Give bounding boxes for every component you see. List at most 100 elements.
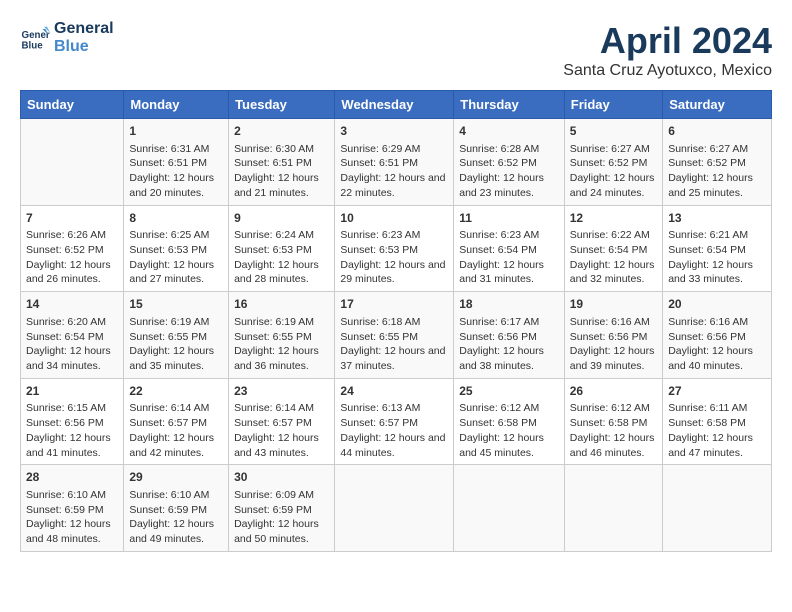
sunset-text: Sunset: 6:51 PM [340, 157, 418, 169]
sunset-text: Sunset: 6:58 PM [668, 417, 746, 429]
sunrise-text: Sunrise: 6:21 AM [668, 229, 748, 241]
calendar-cell: 25Sunrise: 6:12 AMSunset: 6:58 PMDayligh… [454, 378, 565, 465]
calendar-cell: 13 Sunrise: 6:21 AM Sunset: 6:54 PM Dayligh… [663, 205, 772, 292]
daylight-text: Daylight: 12 hours and 20 minutes. [129, 172, 214, 199]
day-number: 2 [234, 123, 329, 140]
day-number: 20 [668, 296, 766, 313]
sunrise-text: Sunrise: 6:14 AM [129, 402, 209, 414]
sunset-text: Sunset: 6:51 PM [234, 157, 312, 169]
day-number: 23 [234, 383, 329, 400]
header-tuesday: Tuesday [229, 91, 335, 119]
sunset-text: Sunset: 6:54 PM [668, 244, 746, 256]
daylight-text: Daylight: 12 hours and 36 minutes. [234, 345, 319, 372]
calendar-cell: 5Sunrise: 6:27 AMSunset: 6:52 PMDaylight… [564, 119, 662, 206]
calendar-cell [564, 465, 662, 552]
calendar-cell: 9Sunrise: 6:24 AMSunset: 6:53 PMDaylight… [229, 205, 335, 292]
header-row: SundayMondayTuesdayWednesdayThursdayFrid… [21, 91, 772, 119]
week-row-5: 28Sunrise: 6:10 AMSunset: 6:59 PMDayligh… [21, 465, 772, 552]
sunset-text: Sunset: 6:52 PM [26, 244, 104, 256]
sunrise-text: Sunrise: 6:27 AM [668, 143, 748, 155]
calendar-cell: 8Sunrise: 6:25 AMSunset: 6:53 PMDaylight… [124, 205, 229, 292]
calendar-cell: 2Sunrise: 6:30 AMSunset: 6:51 PMDaylight… [229, 119, 335, 206]
sunrise-text: Sunrise: 6:22 AM [570, 229, 650, 241]
daylight-text: Daylight: 12 hours and 25 minutes. [668, 172, 753, 199]
day-number: 24 [340, 383, 448, 400]
day-number: 22 [129, 383, 223, 400]
calendar-cell: 22 Sunrise: 6:14 AM Sunset: 6:57 PM Dayligh… [124, 378, 229, 465]
day-number: 7 [26, 210, 118, 227]
daylight-text: Daylight: 12 hours and 42 minutes. [129, 432, 214, 459]
sunrise-text: Sunrise: 6:26 AM [26, 229, 106, 241]
week-row-2: 7 Sunrise: 6:26 AM Sunset: 6:52 PM Daylight… [21, 205, 772, 292]
sunset-text: Sunset: 6:55 PM [234, 331, 312, 343]
sunset-text: Sunset: 6:51 PM [129, 157, 207, 169]
daylight-text: Daylight: 12 hours and 49 minutes. [129, 518, 214, 545]
sunset-text: Sunset: 6:55 PM [340, 331, 418, 343]
sunrise-text: Sunrise: 6:15 AM [26, 402, 106, 414]
sunrise-text: Sunrise: 6:19 AM [129, 316, 209, 328]
calendar-cell: 27Sunrise: 6:11 AMSunset: 6:58 PMDayligh… [663, 378, 772, 465]
day-number: 13 [668, 210, 766, 227]
day-number: 14 [26, 296, 118, 313]
calendar-cell [454, 465, 565, 552]
calendar-cell: 30Sunrise: 6:09 AMSunset: 6:59 PMDayligh… [229, 465, 335, 552]
logo-icon: General Blue [20, 23, 50, 53]
daylight-text: Daylight: 12 hours and 23 minutes. [459, 172, 544, 199]
calendar-cell: 16Sunrise: 6:19 AMSunset: 6:55 PMDayligh… [229, 292, 335, 379]
daylight-text: Daylight: 12 hours and 27 minutes. [129, 259, 214, 286]
sunrise-text: Sunrise: 6:25 AM [129, 229, 209, 241]
svg-text:Blue: Blue [22, 40, 44, 51]
calendar-cell: 23Sunrise: 6:14 AMSunset: 6:57 PMDayligh… [229, 378, 335, 465]
header-saturday: Saturday [663, 91, 772, 119]
sunrise-text: Sunrise: 6:14 AM [234, 402, 314, 414]
calendar-cell: 19Sunrise: 6:16 AMSunset: 6:56 PMDayligh… [564, 292, 662, 379]
sunset-text: Sunset: 6:53 PM [340, 244, 418, 256]
day-number: 19 [570, 296, 657, 313]
calendar-cell: 18Sunrise: 6:17 AMSunset: 6:56 PMDayligh… [454, 292, 565, 379]
daylight-text: Daylight: 12 hours and 38 minutes. [459, 345, 544, 372]
sunset-text: Sunset: 6:58 PM [570, 417, 648, 429]
calendar-cell: 6Sunrise: 6:27 AMSunset: 6:52 PMDaylight… [663, 119, 772, 206]
sunset-text: Sunset: 6:59 PM [26, 504, 104, 516]
sunset-text: Sunset: 6:53 PM [129, 244, 207, 256]
calendar-cell: 15Sunrise: 6:19 AMSunset: 6:55 PMDayligh… [124, 292, 229, 379]
sunrise-text: Sunrise: 6:12 AM [459, 402, 539, 414]
sunset-text: Sunset: 6:52 PM [570, 157, 648, 169]
day-number: 9 [234, 210, 329, 227]
sunset-text: Sunset: 6:57 PM [129, 417, 207, 429]
sunrise-text: Sunrise: 6:16 AM [668, 316, 748, 328]
sunset-text: Sunset: 6:54 PM [459, 244, 537, 256]
day-number: 5 [570, 123, 657, 140]
calendar-table: SundayMondayTuesdayWednesdayThursdayFrid… [20, 90, 772, 552]
sunset-text: Sunset: 6:53 PM [234, 244, 312, 256]
calendar-cell: 17Sunrise: 6:18 AMSunset: 6:55 PMDayligh… [335, 292, 454, 379]
calendar-cell: 28Sunrise: 6:10 AMSunset: 6:59 PMDayligh… [21, 465, 124, 552]
sunrise-text: Sunrise: 6:17 AM [459, 316, 539, 328]
calendar-cell: 24 Sunrise: 6:13 AM Sunset: 6:57 PM Dayligh… [335, 378, 454, 465]
sunrise-text: Sunrise: 6:27 AM [570, 143, 650, 155]
sunrise-text: Sunrise: 6:29 AM [340, 143, 420, 155]
day-number: 15 [129, 296, 223, 313]
day-number: 29 [129, 469, 223, 486]
day-number: 18 [459, 296, 559, 313]
sunrise-text: Sunrise: 6:28 AM [459, 143, 539, 155]
day-number: 6 [668, 123, 766, 140]
calendar-cell: 26Sunrise: 6:12 AMSunset: 6:58 PMDayligh… [564, 378, 662, 465]
daylight-text: Daylight: 12 hours and 40 minutes. [668, 345, 753, 372]
daylight-text: Daylight: 12 hours and 35 minutes. [129, 345, 214, 372]
day-number: 25 [459, 383, 559, 400]
sunrise-text: Sunrise: 6:20 AM [26, 316, 106, 328]
daylight-text: Daylight: 12 hours and 33 minutes. [668, 259, 753, 286]
day-number: 21 [26, 383, 118, 400]
calendar-cell: 1Sunrise: 6:31 AMSunset: 6:51 PMDaylight… [124, 119, 229, 206]
sunrise-text: Sunrise: 6:13 AM [340, 402, 420, 414]
sunset-text: Sunset: 6:57 PM [340, 417, 418, 429]
daylight-text: Daylight: 12 hours and 32 minutes. [570, 259, 655, 286]
daylight-text: Daylight: 12 hours and 41 minutes. [26, 432, 111, 459]
sunrise-text: Sunrise: 6:11 AM [668, 402, 747, 414]
calendar-cell: 12Sunrise: 6:22 AMSunset: 6:54 PMDayligh… [564, 205, 662, 292]
logo: General Blue General Blue [20, 20, 114, 55]
sunrise-text: Sunrise: 6:09 AM [234, 489, 314, 501]
daylight-text: Daylight: 12 hours and 44 minutes. [340, 432, 445, 459]
sunrise-text: Sunrise: 6:12 AM [570, 402, 650, 414]
